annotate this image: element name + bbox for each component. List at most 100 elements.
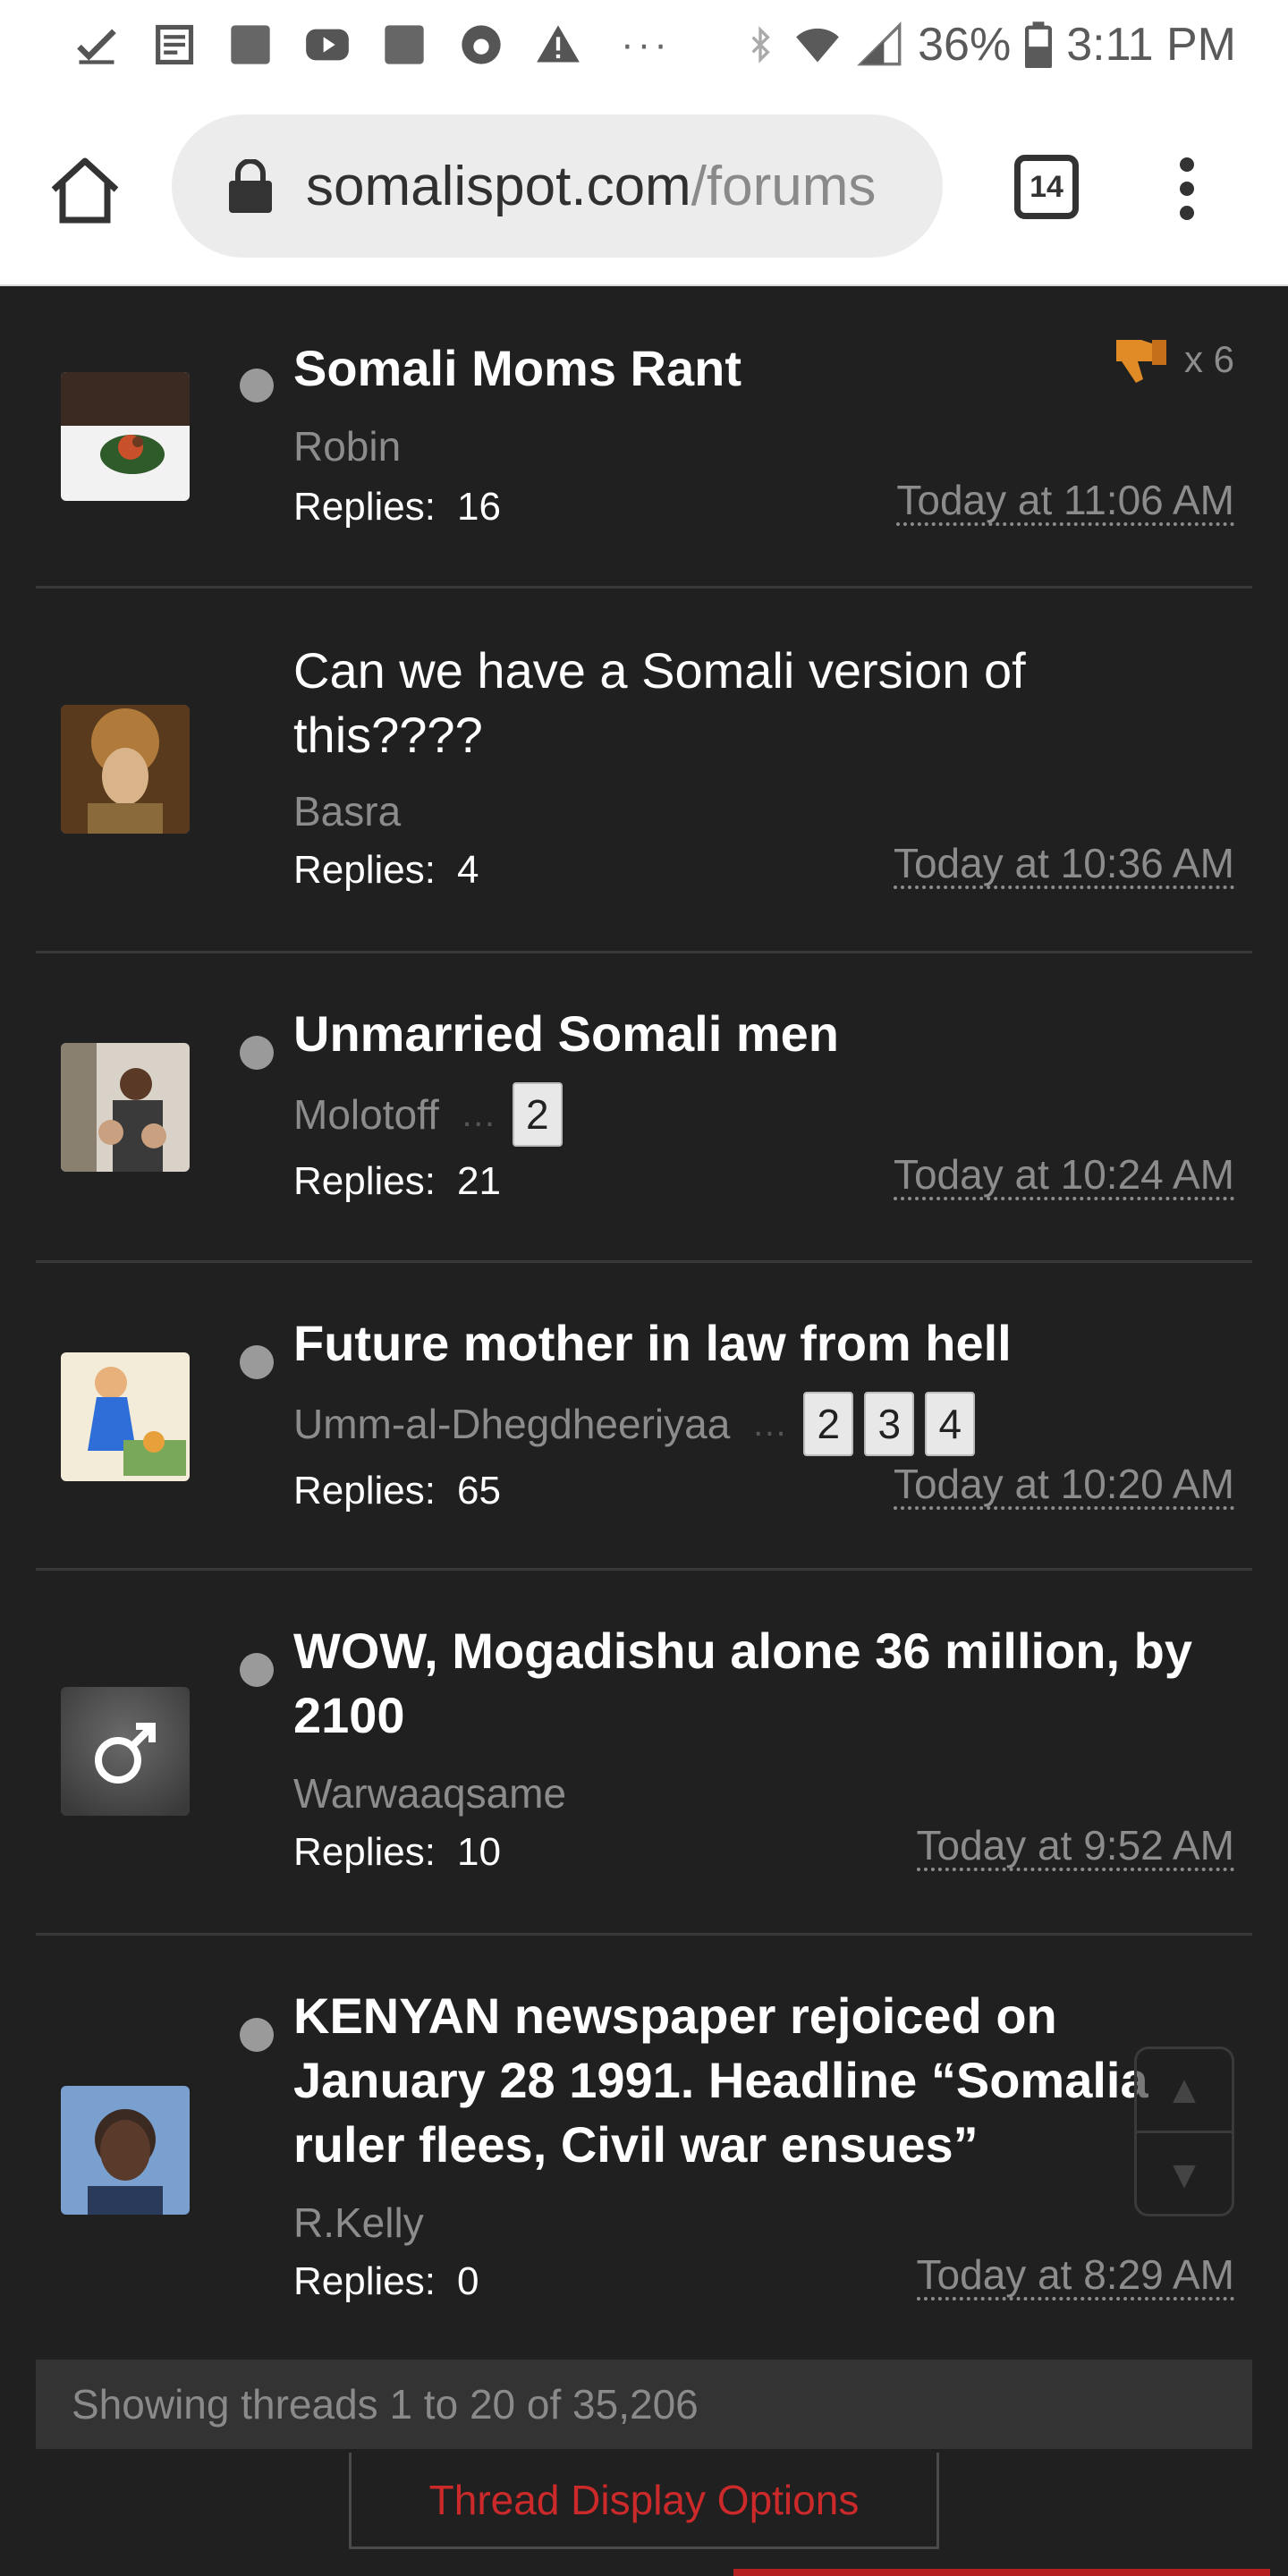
- thread-title[interactable]: KENYAN newspaper rejoiced on January 28 …: [293, 1984, 1215, 2177]
- status-bar: ··· 36% 3:11 PM: [0, 0, 1288, 89]
- avatar[interactable]: [61, 1352, 190, 1481]
- battery-percent: 36%: [918, 19, 1012, 71]
- unread-indicator: [240, 1653, 274, 1687]
- news-icon: [150, 21, 197, 68]
- avatar[interactable]: [61, 705, 190, 834]
- thread-timestamp[interactable]: Today at 8:29 AM: [916, 2252, 1234, 2301]
- author-name[interactable]: Robin: [293, 422, 401, 470]
- thread-title[interactable]: Future mother in law from hell: [293, 1311, 1215, 1376]
- page-ellipsis: …: [751, 1403, 788, 1444]
- replies-label: Replies:: [293, 2259, 436, 2303]
- warning-icon: [535, 21, 581, 68]
- replies-value: 65: [456, 1469, 501, 1513]
- thread-display-options-button[interactable]: Thread Display Options: [349, 2453, 939, 2549]
- reaction-count: x 6: [1183, 338, 1234, 380]
- checkmark-icon: [73, 21, 120, 68]
- thread-row[interactable]: Unmarried Somali men Molotoff … 2 Replie…: [36, 953, 1252, 1263]
- thread-title[interactable]: Somali Moms Rant: [293, 336, 1215, 401]
- author-name[interactable]: Basra: [293, 787, 401, 835]
- replies-label: Replies:: [293, 1469, 436, 1513]
- replies-count: Replies: 65: [293, 1469, 501, 1513]
- square-icon: [381, 21, 428, 68]
- more-vert-icon[interactable]: [1174, 157, 1200, 220]
- replies-value: 16: [456, 485, 501, 529]
- unread-indicator: [240, 1345, 274, 1379]
- thread-timestamp[interactable]: Today at 11:06 AM: [896, 478, 1234, 526]
- replies-label: Replies:: [293, 485, 436, 529]
- home-icon[interactable]: [47, 154, 123, 225]
- replies-label: Replies:: [293, 848, 436, 892]
- url-text: somalispot.com/forums: [306, 155, 876, 218]
- page-link[interactable]: 2: [803, 1392, 854, 1456]
- page-link[interactable]: 2: [512, 1082, 563, 1147]
- replies-label: Replies:: [293, 1159, 436, 1203]
- thread-timestamp[interactable]: Today at 10:36 AM: [893, 841, 1234, 889]
- thread-row[interactable]: KENYAN newspaper rejoiced on January 28 …: [36, 1936, 1252, 2365]
- browser-toolbar: somalispot.com/forums 14: [0, 89, 1288, 286]
- bluetooth-icon: [751, 26, 770, 64]
- square-icon: [227, 21, 274, 68]
- replies-count: Replies: 10: [293, 1830, 501, 1875]
- accent-strip: [733, 2569, 1270, 2576]
- unread-indicator: [240, 1036, 274, 1070]
- thread-row[interactable]: Can we have a Somali version of this????…: [36, 589, 1252, 953]
- thread-title[interactable]: Can we have a Somali version of this????: [293, 639, 1215, 767]
- author-name[interactable]: R.Kelly: [293, 2199, 424, 2247]
- scroll-up-icon[interactable]: ▲: [1137, 2049, 1232, 2133]
- circle-app-icon: [458, 21, 504, 68]
- page-ellipsis: …: [460, 1094, 496, 1134]
- replies-value: 10: [456, 1830, 501, 1874]
- thread-author[interactable]: Umm-al-Dhegdheeriyaa … 2 3 4: [293, 1392, 986, 1456]
- unread-indicator: [240, 369, 274, 402]
- thread-timestamp[interactable]: Today at 10:24 AM: [893, 1152, 1234, 1200]
- pagination-summary: Showing threads 1 to 20 of 35,206: [36, 2360, 1252, 2449]
- url-path: /forums: [691, 155, 877, 217]
- wifi-icon: [796, 28, 839, 63]
- tab-count: 14: [1030, 169, 1063, 204]
- author-name[interactable]: Warwaaqsame: [293, 1769, 566, 1818]
- lock-icon: [229, 159, 272, 213]
- replies-count: Replies: 16: [293, 485, 501, 530]
- thread-row[interactable]: WOW, Mogadishu alone 36 million, by 2100…: [36, 1571, 1252, 1936]
- avatar[interactable]: [61, 1687, 190, 1816]
- thread-title[interactable]: WOW, Mogadishu alone 36 million, by 2100: [293, 1619, 1215, 1748]
- thread-row[interactable]: Future mother in law from hell Umm-al-Dh…: [36, 1263, 1252, 1571]
- thread-row[interactable]: Somali Moms Rant x 6 Robin Replies: 16 To…: [36, 286, 1252, 589]
- thread-timestamp[interactable]: Today at 10:20 AM: [893, 1462, 1234, 1510]
- thread-author[interactable]: Basra: [293, 787, 401, 835]
- thread-author[interactable]: Molotoff … 2: [293, 1082, 573, 1147]
- scroll-nav: ▲ ▼: [1134, 2046, 1234, 2216]
- thread-timestamp[interactable]: Today at 9:52 AM: [916, 1823, 1234, 1871]
- author-name[interactable]: Molotoff: [293, 1090, 439, 1139]
- status-overflow: ···: [621, 22, 671, 66]
- replies-count: Replies: 4: [293, 848, 479, 893]
- replies-value: 21: [456, 1159, 501, 1203]
- address-bar[interactable]: somalispot.com/forums: [172, 114, 943, 258]
- clock: 3:11 PM: [1066, 19, 1236, 71]
- scroll-down-icon[interactable]: ▼: [1137, 2133, 1232, 2217]
- replies-label: Replies:: [293, 1830, 436, 1874]
- thread-list: Somali Moms Rant x 6 Robin Replies: 16 To…: [36, 286, 1252, 2365]
- page-link[interactable]: 4: [925, 1392, 976, 1456]
- battery-icon: [1025, 21, 1053, 68]
- author-name[interactable]: Umm-al-Dhegdheeriyaa: [293, 1400, 730, 1448]
- reaction-badge[interactable]: x 6: [1113, 333, 1234, 386]
- thumbs-down-icon: [1115, 340, 1166, 383]
- thread-author[interactable]: Robin: [293, 422, 401, 470]
- thread-author[interactable]: R.Kelly: [293, 2199, 424, 2247]
- youtube-icon: [304, 21, 351, 68]
- avatar[interactable]: [61, 372, 190, 501]
- thread-title[interactable]: Unmarried Somali men: [293, 1002, 1215, 1066]
- replies-count: Replies: 21: [293, 1159, 501, 1204]
- avatar[interactable]: [61, 1043, 190, 1172]
- avatar[interactable]: [61, 2086, 190, 2215]
- replies-value: 0: [456, 2259, 479, 2303]
- tabs-icon[interactable]: 14: [1014, 155, 1079, 219]
- url-domain: somalispot.com: [306, 155, 691, 217]
- unread-indicator: [240, 2018, 274, 2052]
- signal-icon: [857, 21, 902, 66]
- replies-count: Replies: 0: [293, 2259, 479, 2304]
- thread-author[interactable]: Warwaaqsame: [293, 1769, 566, 1818]
- replies-value: 4: [456, 848, 479, 892]
- page-link[interactable]: 3: [864, 1392, 915, 1456]
